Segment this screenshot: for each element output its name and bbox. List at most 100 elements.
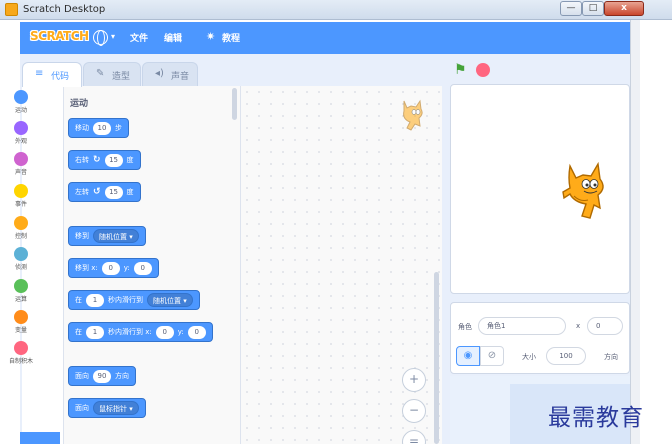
block-text: 方向 bbox=[115, 372, 129, 380]
category-operators[interactable]: 运算 bbox=[0, 279, 42, 303]
block-text: 在 bbox=[75, 296, 82, 304]
code-icon: ≡ bbox=[35, 68, 44, 79]
category-dot bbox=[14, 121, 28, 135]
towards-dropdown[interactable]: 鼠标指针 ▾ bbox=[93, 401, 139, 415]
category-dot bbox=[14, 216, 28, 230]
category-dot bbox=[14, 90, 28, 104]
x-input[interactable]: 0 bbox=[155, 325, 174, 339]
block-text: 左转 bbox=[75, 188, 89, 196]
degrees-input[interactable]: 15 bbox=[104, 185, 123, 199]
direction-input[interactable]: 90 bbox=[93, 369, 111, 383]
menu-tutorials[interactable]: 教程 bbox=[222, 31, 240, 44]
category-control[interactable]: 控制 bbox=[0, 216, 42, 240]
tab-costumes[interactable]: ✎ 造型 bbox=[83, 62, 141, 86]
minimize-button[interactable]: — bbox=[560, 1, 582, 16]
steps-input[interactable]: 10 bbox=[93, 121, 111, 135]
block-turn-right[interactable]: 右转 ↻ 15 度 bbox=[68, 150, 141, 170]
block-point-direction[interactable]: 面向 90 方向 bbox=[68, 366, 136, 386]
chevron-down-icon[interactable]: ▾ bbox=[111, 32, 115, 41]
tab-costumes-label: 造型 bbox=[112, 72, 131, 82]
category-label: 事件 bbox=[14, 201, 27, 208]
size-label: 大小 bbox=[522, 353, 536, 361]
goto-dropdown[interactable]: 随机位置 ▾ bbox=[93, 229, 139, 243]
window-titlebar: Scratch Desktop — □ x bbox=[0, 0, 672, 20]
y-input[interactable]: 0 bbox=[187, 325, 206, 339]
sprite-name-label: 角色 bbox=[458, 323, 472, 331]
menubar: SCRATCH ▾ 文件 编辑 ✷ 教程 bbox=[20, 22, 630, 54]
lightbulb-icon[interactable]: ✷ bbox=[206, 30, 215, 43]
category-label: 运动 bbox=[14, 107, 27, 114]
category-variables[interactable]: 变量 bbox=[0, 310, 42, 334]
block-text: y: bbox=[123, 264, 130, 272]
block-glide-xy[interactable]: 在 1 秒内滑行到 x: 0 y: 0 bbox=[68, 322, 213, 342]
block-goto[interactable]: 移到 随机位置 ▾ bbox=[68, 226, 146, 246]
category-label: 外观 bbox=[14, 138, 27, 145]
menu-file[interactable]: 文件 bbox=[130, 31, 148, 44]
rotate-left-icon: ↺ bbox=[93, 187, 101, 197]
category-sensing[interactable]: 侦测 bbox=[0, 247, 42, 271]
brush-icon: ✎ bbox=[96, 68, 105, 79]
category-looks[interactable]: 外观 bbox=[0, 121, 42, 145]
window-scrollbar[interactable] bbox=[630, 20, 640, 444]
seconds-input[interactable]: 1 bbox=[86, 293, 104, 307]
category-dot bbox=[14, 341, 28, 355]
category-label: 变量 bbox=[14, 327, 27, 334]
rotate-right-icon: ↻ bbox=[93, 155, 101, 165]
category-motion[interactable]: 运动 bbox=[0, 90, 42, 114]
tab-sounds[interactable]: ◂) 声音 bbox=[142, 62, 198, 86]
block-point-towards[interactable]: 面向 鼠标指针 ▾ bbox=[68, 398, 146, 418]
extension-button[interactable] bbox=[20, 432, 60, 444]
close-button[interactable]: x bbox=[604, 1, 644, 16]
menu-edit[interactable]: 编辑 bbox=[164, 31, 182, 44]
block-move-steps[interactable]: 移动 10 步 bbox=[68, 118, 129, 138]
globe-icon[interactable] bbox=[93, 30, 108, 46]
category-dot bbox=[14, 152, 28, 166]
scratch-app-icon bbox=[5, 3, 18, 16]
tab-sounds-label: 声音 bbox=[171, 72, 190, 82]
palette-scrollbar[interactable] bbox=[232, 88, 237, 120]
tab-code-label: 代码 bbox=[51, 72, 70, 82]
size-input[interactable]: 100 bbox=[546, 347, 586, 365]
category-events[interactable]: 事件 bbox=[0, 184, 42, 208]
zoom-out-button[interactable]: − bbox=[402, 399, 426, 423]
block-goto-xy[interactable]: 移到 x: 0 y: 0 bbox=[68, 258, 159, 278]
stop-icon[interactable] bbox=[476, 63, 490, 77]
watermark: 最需教育 bbox=[548, 405, 644, 431]
x-position-input[interactable]: 0 bbox=[587, 317, 623, 335]
zoom-in-button[interactable]: + bbox=[402, 368, 426, 392]
degrees-input[interactable]: 15 bbox=[104, 153, 123, 167]
script-scrollbar[interactable] bbox=[434, 272, 439, 444]
x-input[interactable]: 0 bbox=[101, 261, 120, 275]
eye-icon[interactable]: ◉ bbox=[456, 346, 480, 366]
category-sound[interactable]: 声音 bbox=[0, 152, 42, 176]
block-glide[interactable]: 在 1 秒内滑行到 随机位置 ▾ bbox=[68, 290, 200, 310]
category-label: 自制积木 bbox=[8, 358, 33, 365]
tab-code[interactable]: ≡ 代码 bbox=[22, 62, 82, 87]
category-label: 侦测 bbox=[14, 264, 27, 271]
block-text: y: bbox=[177, 328, 184, 336]
block-text: 面向 bbox=[75, 372, 89, 380]
category-dot bbox=[14, 279, 28, 293]
block-text: 秒内滑行到 bbox=[108, 296, 143, 304]
block-text: 在 bbox=[75, 328, 82, 336]
green-flag-icon[interactable]: ⚑ bbox=[454, 62, 467, 78]
seconds-input[interactable]: 1 bbox=[86, 325, 104, 339]
scratch-logo[interactable]: SCRATCH bbox=[30, 29, 89, 43]
maximize-button[interactable]: □ bbox=[582, 1, 604, 16]
category-dot bbox=[14, 247, 28, 261]
cat-sprite-icon[interactable] bbox=[560, 158, 612, 224]
category-my-blocks[interactable]: 自制积木 bbox=[0, 341, 42, 365]
block-text: 面向 bbox=[75, 404, 89, 412]
block-turn-left[interactable]: 左转 ↺ 15 度 bbox=[68, 182, 141, 202]
block-text: 移动 bbox=[75, 124, 89, 132]
glide-dropdown[interactable]: 随机位置 ▾ bbox=[147, 293, 193, 307]
eye-off-icon[interactable]: ⊘ bbox=[480, 346, 504, 366]
window-title: Scratch Desktop bbox=[23, 4, 106, 15]
y-input[interactable]: 0 bbox=[133, 261, 152, 275]
sprite-name-input[interactable]: 角色1 bbox=[478, 317, 566, 335]
block-text: 度 bbox=[126, 188, 134, 196]
x-label: x bbox=[576, 322, 581, 330]
block-text: 步 bbox=[115, 124, 122, 132]
palette-section-title: 运动 bbox=[70, 99, 89, 109]
category-dot bbox=[14, 184, 28, 198]
